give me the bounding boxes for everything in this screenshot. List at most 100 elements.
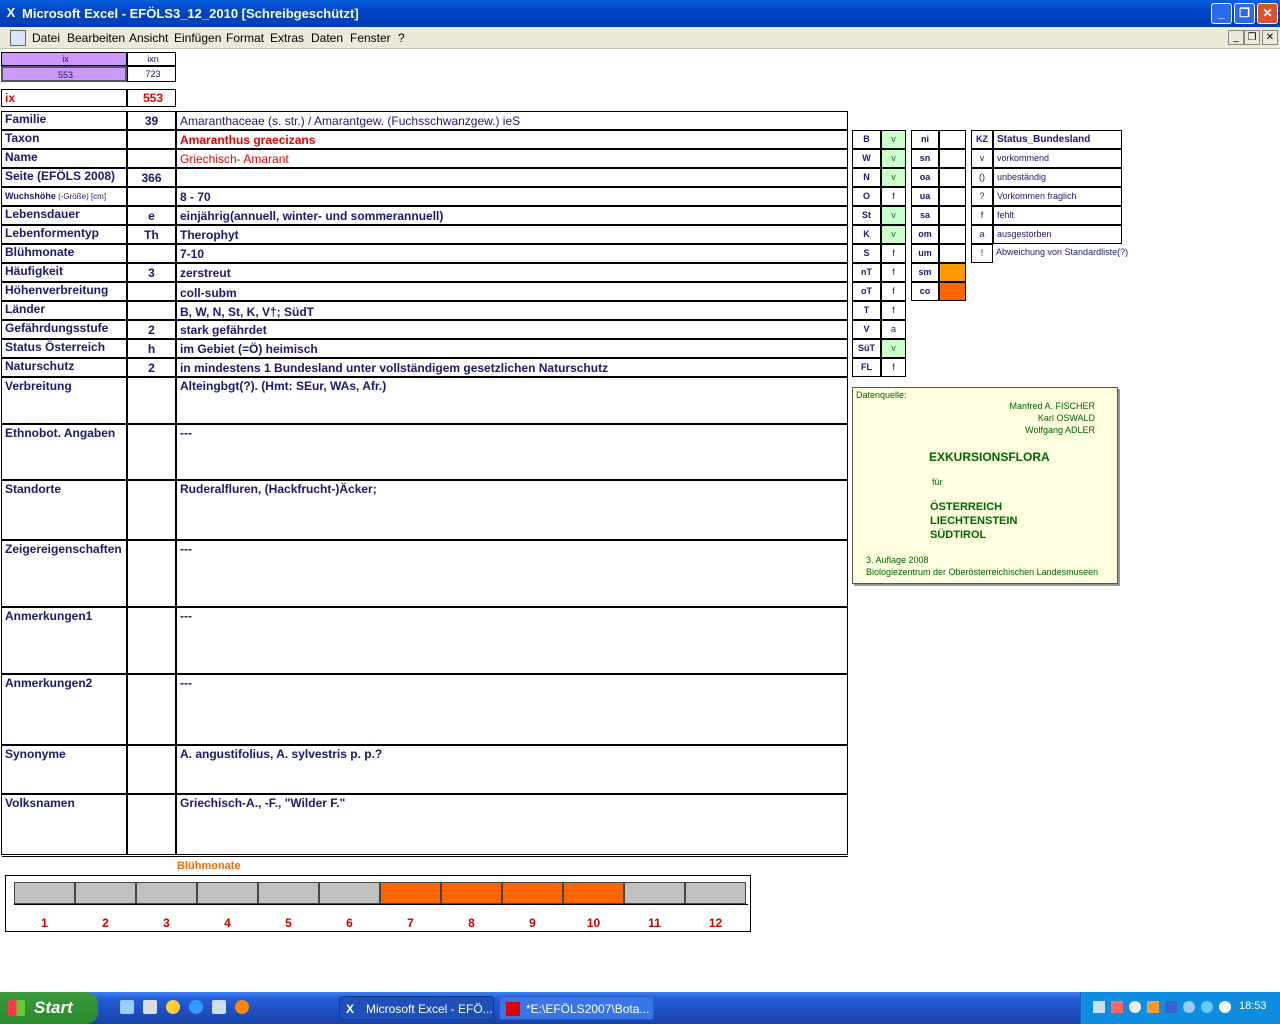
- land-status[interactable]: v: [881, 225, 906, 244]
- row-code[interactable]: [127, 244, 176, 263]
- land-code[interactable]: K: [852, 225, 881, 244]
- hoehenstufe-code[interactable]: ua: [911, 187, 939, 206]
- bigrow-value[interactable]: ---: [176, 607, 848, 674]
- bigrow-code[interactable]: [127, 674, 176, 745]
- tray-icon-6[interactable]: [1183, 1001, 1195, 1013]
- menu-ansicht[interactable]: Ansicht: [129, 31, 168, 45]
- hoehenstufe-flag[interactable]: [939, 130, 966, 149]
- menu-datei[interactable]: Datei: [32, 31, 60, 45]
- land-status[interactable]: f: [881, 244, 906, 263]
- ix-header[interactable]: ix: [1, 52, 127, 66]
- row-label[interactable]: Status Österreich: [1, 339, 127, 358]
- bigrow-label[interactable]: Anmerkungen1: [1, 607, 127, 674]
- row-code[interactable]: 366: [127, 168, 176, 187]
- hoehenstufe-flag[interactable]: [939, 244, 966, 263]
- hoehenstufe-flag[interactable]: [939, 168, 966, 187]
- row-label[interactable]: Länder: [1, 301, 127, 320]
- row-value[interactable]: Griechisch- Amarant: [176, 149, 848, 168]
- maximize-button[interactable]: ❐: [1234, 3, 1255, 24]
- bigrow-code[interactable]: [127, 794, 176, 855]
- legend-code[interactable]: !: [971, 244, 993, 263]
- legend-code[interactable]: v: [971, 149, 993, 168]
- land-status[interactable]: f: [881, 263, 906, 282]
- mdi-close-button[interactable]: ✕: [1262, 30, 1278, 45]
- hoehenstufe-code[interactable]: oa: [911, 168, 939, 187]
- row-label[interactable]: Höhenverbreitung: [1, 282, 127, 301]
- menu-format[interactable]: Format: [226, 31, 264, 45]
- land-code[interactable]: SüT: [852, 339, 881, 358]
- land-code[interactable]: V: [852, 320, 881, 339]
- hoehenstufe-flag[interactable]: [939, 225, 966, 244]
- mdi-minimize-button[interactable]: _: [1228, 30, 1244, 45]
- close-button[interactable]: ✕: [1257, 3, 1278, 24]
- hoehenstufe-flag[interactable]: [939, 282, 966, 301]
- bigrow-value[interactable]: Griechisch-A., -F., "Wilder F.": [176, 794, 848, 855]
- bigrow-label[interactable]: Anmerkungen2: [1, 674, 127, 745]
- row-code[interactable]: [127, 130, 176, 149]
- row-value[interactable]: coll-subm: [176, 282, 848, 301]
- bigrow-label[interactable]: Standorte: [1, 480, 127, 540]
- bigrow-label[interactable]: Verbreitung: [1, 377, 127, 424]
- bigrow-value[interactable]: ---: [176, 540, 848, 607]
- land-code[interactable]: W: [852, 149, 881, 168]
- row-value[interactable]: B, W, N, St, K, V†; SüdT: [176, 301, 848, 320]
- row-value[interactable]: stark gefährdet: [176, 320, 848, 339]
- row-code[interactable]: [127, 282, 176, 301]
- bigrow-code[interactable]: [127, 480, 176, 540]
- row-label[interactable]: Lebensdauer: [1, 206, 127, 225]
- row-code[interactable]: h: [127, 339, 176, 358]
- menu-daten[interactable]: Daten: [311, 31, 343, 45]
- row-value[interactable]: 8 - 70: [176, 187, 848, 206]
- land-code[interactable]: B: [852, 130, 881, 149]
- hoehenstufe-code[interactable]: co: [911, 282, 939, 301]
- legend-code[interactable]: ?: [971, 187, 993, 206]
- row-label[interactable]: Häufigkeit: [1, 263, 127, 282]
- land-code[interactable]: nT: [852, 263, 881, 282]
- ix-value-cell[interactable]: 553: [1, 66, 127, 82]
- minimize-button[interactable]: _: [1211, 3, 1232, 24]
- row-label[interactable]: Gefährdungsstufe: [1, 320, 127, 339]
- legend-code[interactable]: a: [971, 225, 993, 244]
- row-label[interactable]: Seite (EFÖLS 2008): [1, 168, 127, 187]
- bigrow-code[interactable]: [127, 607, 176, 674]
- mdi-restore-button[interactable]: ❐: [1244, 30, 1260, 45]
- row-code[interactable]: 2: [127, 358, 176, 377]
- land-status[interactable]: a: [881, 320, 906, 339]
- row-value[interactable]: [176, 168, 848, 187]
- land-code[interactable]: St: [852, 206, 881, 225]
- legend-kz-header[interactable]: KZ: [971, 130, 993, 149]
- bigrow-value[interactable]: Alteingbgt(?). (Hmt: SEur, WAs, Afr.): [176, 377, 848, 424]
- land-status[interactable]: v: [881, 149, 906, 168]
- legend-code[interactable]: (): [971, 168, 993, 187]
- land-status[interactable]: v: [881, 206, 906, 225]
- row-value[interactable]: Amaranthus graecizans: [176, 130, 848, 149]
- menu-bearbeiten[interactable]: Bearbeiten: [67, 31, 125, 45]
- hoehenstufe-code[interactable]: ni: [911, 130, 939, 149]
- bigrow-value[interactable]: A. angustifolius, A. sylvestris p. p.?: [176, 745, 848, 794]
- bigrow-label[interactable]: Synonyme: [1, 745, 127, 794]
- row-code[interactable]: Th: [127, 225, 176, 244]
- land-code[interactable]: oT: [852, 282, 881, 301]
- bigrow-code[interactable]: [127, 424, 176, 480]
- row-value[interactable]: einjährig(annuell, winter- und sommerann…: [176, 206, 848, 225]
- row-code[interactable]: 2: [127, 320, 176, 339]
- row-value[interactable]: zerstreut: [176, 263, 848, 282]
- row-value[interactable]: im Gebiet (=Ö) heimisch: [176, 339, 848, 358]
- row-label[interactable]: Naturschutz: [1, 358, 127, 377]
- menu-extras[interactable]: Extras: [270, 31, 304, 45]
- land-code[interactable]: O: [852, 187, 881, 206]
- hoehenstufe-code[interactable]: sm: [911, 263, 939, 282]
- bigrow-value[interactable]: ---: [176, 674, 848, 745]
- land-code[interactable]: N: [852, 168, 881, 187]
- legend-code[interactable]: f: [971, 206, 993, 225]
- land-status[interactable]: f: [881, 301, 906, 320]
- bigrow-code[interactable]: [127, 377, 176, 424]
- row-label[interactable]: Blühmonate: [1, 244, 127, 263]
- ix-label[interactable]: ix: [1, 89, 127, 107]
- row-value[interactable]: Amaranthaceae (s. str.) / Amarantgew. (F…: [176, 111, 848, 130]
- tray-network-icon[interactable]: [1093, 1001, 1105, 1013]
- internet-explorer-icon[interactable]: [189, 1000, 203, 1014]
- document-icon[interactable]: [10, 30, 26, 46]
- menu-help[interactable]: ?: [398, 31, 405, 45]
- land-status[interactable]: v: [881, 339, 906, 358]
